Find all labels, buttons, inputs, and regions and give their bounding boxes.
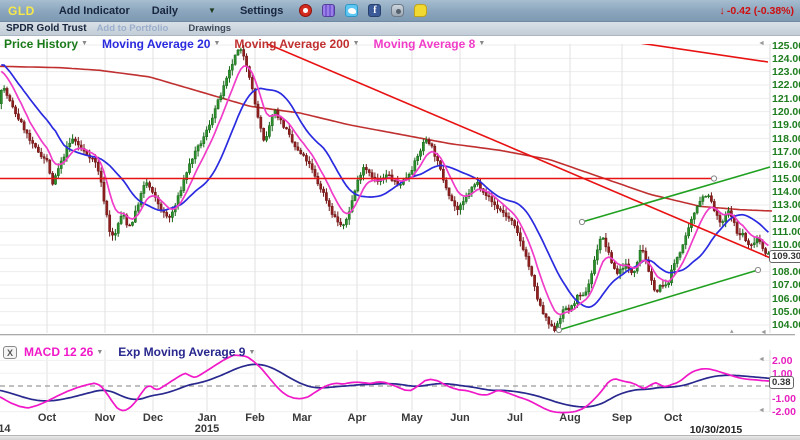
price-axis-label: 120.00 (772, 106, 800, 118)
price-axis-label: 105.00 (772, 306, 800, 318)
add-to-portfolio-button[interactable]: Add to Portfolio (97, 23, 169, 34)
price-axis-label: 115.00 (772, 173, 800, 185)
legend-moving-average-20[interactable]: Moving Average 20 ▼ (102, 37, 220, 51)
price-change-readout: ↓ -0.42 (-0.38%) (719, 5, 794, 17)
macd-axis-label: -1.00 (772, 393, 800, 405)
chat-icon[interactable] (414, 4, 427, 17)
price-axis-label: 124.00 (772, 53, 800, 65)
facebook-icon[interactable]: f (368, 4, 381, 17)
legend-moving-average-200[interactable]: Moving Average 200 ▼ (234, 37, 359, 51)
horizontal-scrollbar[interactable] (0, 435, 800, 440)
x-axis-month-label: Oct (664, 412, 682, 424)
drawings-button[interactable]: Drawings (188, 23, 231, 34)
chevron-down-icon: ▼ (96, 349, 103, 356)
twitter-icon[interactable] (345, 4, 358, 17)
legend-price-history[interactable]: Price History ▼ (4, 37, 88, 51)
splitter-arrow-icon[interactable]: ▴ (730, 327, 734, 335)
last-price-badge: 109.30 (769, 250, 800, 263)
toolbar-icon-row: f (299, 4, 427, 17)
ma8-line (1, 66, 768, 314)
chevron-down-icon: ▼ (478, 40, 485, 47)
price-axis-label: 104.00 (772, 319, 800, 331)
rising-channel-upper-handle[interactable] (579, 219, 584, 224)
x-axis-year-label: 2015 (195, 423, 219, 435)
macd-value-badge: 0.38 (769, 376, 794, 389)
price-axis-label: 112.00 (772, 213, 800, 225)
price-axis-label: 123.00 (772, 66, 800, 78)
macd-axis-arrow-icon[interactable]: ◄ (758, 356, 765, 363)
axis-scroll-down-icon[interactable]: ◄ (760, 329, 767, 336)
top-toolbar: GLD Add Indicator Daily ▼ Settings f ↓ -… (0, 0, 800, 22)
horizontal-resistance-line-handle[interactable] (711, 176, 716, 181)
macd-line (0, 355, 776, 413)
price-axis-label: 106.00 (772, 293, 800, 305)
price-axis-label: 122.00 (772, 79, 800, 91)
price-axis-label: 118.00 (772, 133, 800, 145)
price-axis-label: 108.00 (772, 266, 800, 278)
chevron-down-icon: ▼ (353, 40, 360, 47)
price-legend: Price History ▼ Moving Average 20 ▼ Movi… (4, 37, 493, 50)
x-axis-month-label: May (401, 412, 422, 424)
price-axis-label: 119.00 (772, 119, 800, 131)
chevron-down-icon[interactable]: ▼ (208, 6, 216, 15)
legend-moving-average-8[interactable]: Moving Average 8 ▼ (374, 37, 486, 51)
x-axis-month-label: Apr (348, 412, 367, 424)
rising-channel-upper[interactable] (582, 167, 770, 222)
down-arrow-icon: ↓ (719, 5, 725, 17)
x-axis-month-label: Aug (559, 412, 580, 424)
change-value: -0.42 (-0.38%) (727, 5, 794, 17)
macd-axis-label: 2.00 (772, 355, 800, 367)
x-axis-month-label: Sep (612, 412, 632, 424)
alarm-icon[interactable] (299, 4, 312, 17)
charting-app-window: GLD Add Indicator Daily ▼ Settings f ↓ -… (0, 0, 800, 440)
rising-channel-lower-handle[interactable] (755, 267, 760, 272)
macd-axis-arrow-icon[interactable]: ◄ (758, 407, 765, 414)
price-axis-label: 107.00 (772, 279, 800, 291)
price-axis-label: 113.00 (772, 199, 800, 211)
price-panel[interactable] (0, 40, 780, 333)
symbol-subbar: SPDR Gold Trust Add to Portfolio Drawing… (0, 22, 800, 36)
candlestick-series (0, 45, 769, 332)
add-indicator-button[interactable]: Add Indicator (59, 5, 130, 17)
price-axis-label: 125.00 (772, 40, 800, 52)
price-axis-label: 121.00 (772, 93, 800, 105)
macd-axis-label: -2.00 (772, 406, 800, 418)
legend-macd[interactable]: MACD 12 26 ▼ (24, 345, 103, 359)
rising-channel-lower[interactable] (559, 270, 758, 330)
x-axis-year-label: 2014 (0, 423, 10, 435)
price-axis-label: 114.00 (772, 186, 800, 198)
x-axis-last-date: 10/30/2015 (690, 424, 743, 436)
x-axis-month-label: Mar (292, 412, 312, 424)
axis-scroll-up-icon[interactable]: ◄ (758, 40, 765, 47)
price-axis-label: 116.00 (772, 159, 800, 171)
x-axis-month-label: Dec (143, 412, 163, 424)
chevron-down-icon: ▼ (81, 40, 88, 47)
interval-dropdown[interactable]: Daily (152, 5, 178, 17)
price-axis-label: 111.00 (772, 226, 800, 238)
symbol-full-name: SPDR Gold Trust (6, 23, 87, 34)
chevron-down-icon: ▼ (213, 40, 220, 47)
x-axis-month-label: Nov (95, 412, 116, 424)
camera-icon[interactable] (391, 4, 404, 17)
x-axis-month-label: Feb (245, 412, 265, 424)
library-icon[interactable] (322, 4, 335, 17)
macd-panel[interactable] (0, 355, 776, 413)
macd-legend: X MACD 12 26 ▼ Exp Moving Average 9 ▼ (3, 345, 263, 359)
legend-exp-moving-average-9[interactable]: Exp Moving Average 9 ▼ (118, 345, 255, 359)
chart-canvas[interactable] (0, 0, 800, 440)
chevron-down-icon: ▼ (248, 349, 255, 356)
x-axis-month-label: Jul (507, 412, 523, 424)
x-axis-month-label: Oct (38, 412, 56, 424)
rising-channel-lower-handle[interactable] (556, 327, 561, 332)
x-axis-month-label: Jun (450, 412, 470, 424)
panel-splitter[interactable] (0, 334, 795, 336)
close-macd-button[interactable]: X (3, 346, 17, 359)
price-axis-label: 117.00 (772, 146, 800, 158)
settings-button[interactable]: Settings (240, 5, 283, 17)
symbol-ticker[interactable]: GLD (8, 4, 35, 18)
